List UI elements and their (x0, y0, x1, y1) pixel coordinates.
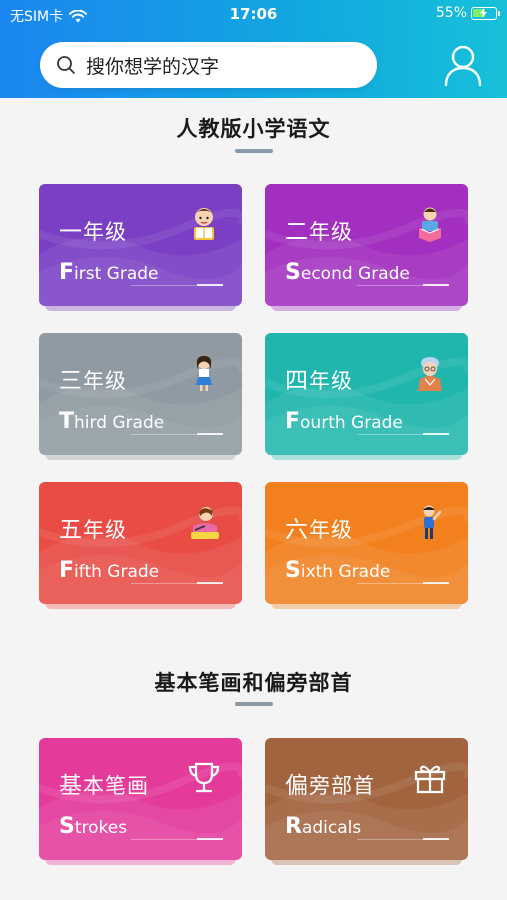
card-title-en-rest: ourth Grade (300, 413, 403, 433)
card-title-initial: T (59, 409, 75, 434)
card-title-en: Strokes (59, 814, 127, 839)
card-divider-accent (423, 838, 449, 840)
card-title-en-rest: trokes (74, 818, 128, 838)
child-book-icon (419, 207, 441, 242)
card-title-cn: 五年级 (59, 510, 127, 544)
card-title-first-char: 基 (59, 773, 83, 799)
card-title-cn: 二年级 (285, 212, 353, 246)
card-strokes[interactable]: 基本笔画 Strokes (39, 738, 242, 860)
card-title-en: Sixth Grade (285, 558, 390, 583)
card-title-cn: 一年级 (59, 212, 127, 246)
battery-icon (471, 6, 500, 20)
card-title-initial: F (59, 558, 75, 583)
card-title-en: Third Grade (59, 409, 164, 434)
card-title-en: Fourth Grade (285, 409, 403, 434)
card-title-rest: 年级 (309, 518, 353, 542)
card-fourth-grade[interactable]: 四年级 Fourth Grade (265, 333, 468, 455)
trophy-icon (188, 762, 220, 793)
card-title-first-char: 四 (285, 368, 309, 394)
search-bar[interactable]: 搜你想学的汉字 (40, 42, 377, 88)
search-icon (57, 56, 75, 74)
girl-icon (196, 356, 212, 391)
card-title-en: Second Grade (285, 260, 410, 285)
section-title-textbook: 人教版小学语文 (176, 117, 331, 141)
card-title-first-char: 六 (285, 517, 309, 543)
boy-pointing-icon (423, 505, 442, 539)
card-divider-accent (197, 838, 223, 840)
battery-percent: 55% (435, 5, 467, 21)
app-header: 无SIM卡 17:06 55% 搜你想学的汉字 (0, 0, 507, 98)
card-sixth-grade[interactable]: 六年级 Sixth Grade (265, 482, 468, 604)
card-title-rest: 年级 (309, 220, 353, 244)
card-title-cn: 四年级 (285, 361, 353, 395)
card-divider-accent (423, 582, 449, 584)
card-title-initial: R (285, 814, 302, 839)
card-title-cn: 六年级 (285, 510, 353, 544)
card-title-en-rest: econd Grade (300, 264, 410, 284)
card-title-initial: S (59, 814, 75, 839)
card-divider-accent (197, 284, 223, 286)
card-title-initial: F (285, 409, 301, 434)
card-title-first-char: 二 (285, 219, 309, 245)
card-title-rest: 年级 (83, 220, 127, 244)
charging-bolt-icon (480, 7, 487, 18)
gift-icon (414, 765, 446, 794)
card-divider-accent (423, 284, 449, 286)
card-third-grade[interactable]: 三年级 Third Grade (39, 333, 242, 455)
card-divider-accent (197, 433, 223, 435)
user-icon[interactable] (444, 44, 482, 86)
card-title-initial: S (285, 558, 301, 583)
card-second-grade[interactable]: 二年级 Second Grade (265, 184, 468, 306)
card-title-initial: S (285, 260, 301, 285)
card-title-en: Radicals (285, 814, 361, 839)
card-title-first-char: 一 (59, 219, 83, 245)
card-radicals[interactable]: 偏旁部首 Radicals (265, 738, 468, 860)
card-title-cn: 基本笔画 (59, 766, 149, 800)
card-title-first-char: 偏 (285, 773, 309, 799)
search-placeholder: 搜你想学的汉字 (86, 55, 220, 78)
child-reading-icon (194, 208, 214, 240)
card-title-cn: 三年级 (59, 361, 127, 395)
card-title-initial: F (59, 260, 75, 285)
card-title-rest: 本笔画 (83, 774, 149, 798)
card-title-rest: 年级 (309, 369, 353, 393)
child-writing-icon (191, 507, 219, 539)
status-bar: 无SIM卡 17:06 55% (0, 0, 507, 28)
card-title-first-char: 五 (59, 517, 83, 543)
section-title-strokes-radicals: 基本笔画和偏旁部首 (154, 671, 353, 695)
card-title-en: First Grade (59, 260, 159, 285)
card-title-rest: 年级 (83, 518, 127, 542)
title-underline (235, 702, 273, 706)
card-title-en-rest: ifth Grade (74, 562, 160, 582)
title-underline (235, 149, 273, 153)
card-title-en-rest: adicals (301, 818, 362, 838)
grandma-icon (418, 357, 442, 391)
card-title-cn: 偏旁部首 (285, 766, 375, 800)
card-title-en: Fifth Grade (59, 558, 159, 583)
card-title-rest: 年级 (83, 369, 127, 393)
clock: 17:06 (229, 5, 278, 23)
card-title-en-rest: ixth Grade (300, 562, 391, 582)
card-title-rest: 旁部首 (309, 774, 375, 798)
card-divider-accent (197, 582, 223, 584)
card-first-grade[interactable]: 一年级 First Grade (39, 184, 242, 306)
card-fifth-grade[interactable]: 五年级 Fifth Grade (39, 482, 242, 604)
card-title-en-rest: irst Grade (74, 264, 159, 284)
card-title-en-rest: hird Grade (74, 413, 165, 433)
card-divider-accent (423, 433, 449, 435)
card-title-first-char: 三 (59, 368, 83, 394)
